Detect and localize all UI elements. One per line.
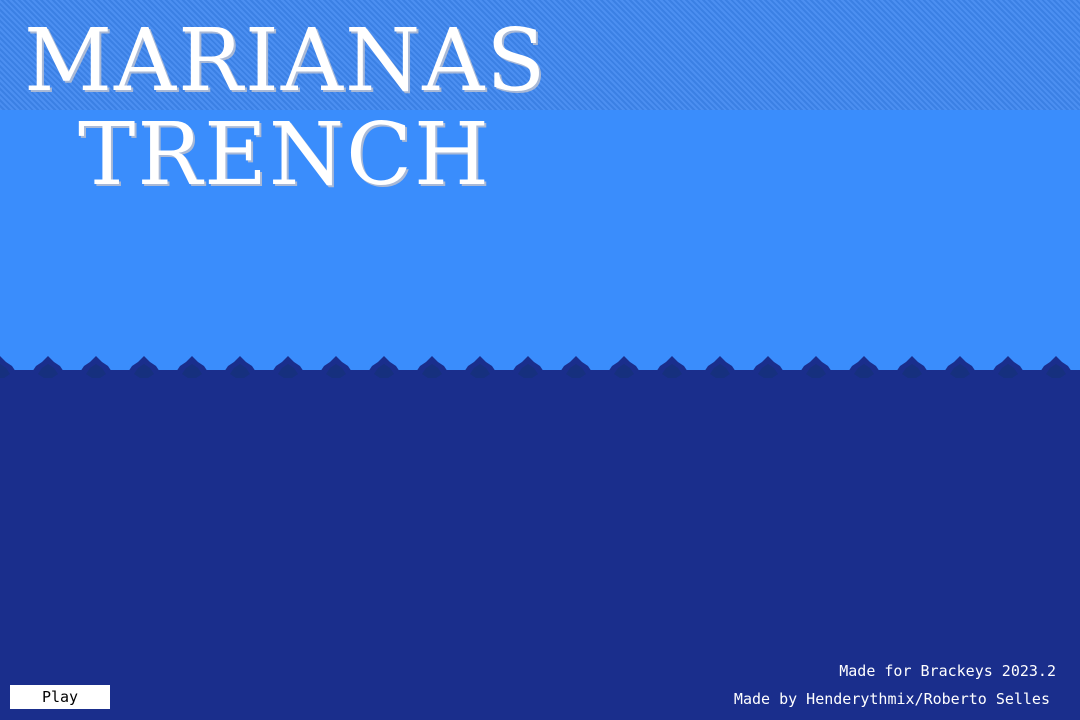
game-title-line-2: TRENCH — [78, 105, 491, 205]
jam-credit: Made for Brackeys 2023.2 — [839, 662, 1056, 680]
author-credit: Made by Henderythmix/Roberto Selles — [733, 690, 1050, 708]
play-button[interactable]: Play — [10, 685, 110, 709]
title-screen: MARIANAS TRENCH Made for Brackeys 2023.2… — [0, 0, 1080, 720]
wave-crests — [0, 356, 1080, 382]
game-title-line-1: MARIANAS — [24, 11, 548, 111]
